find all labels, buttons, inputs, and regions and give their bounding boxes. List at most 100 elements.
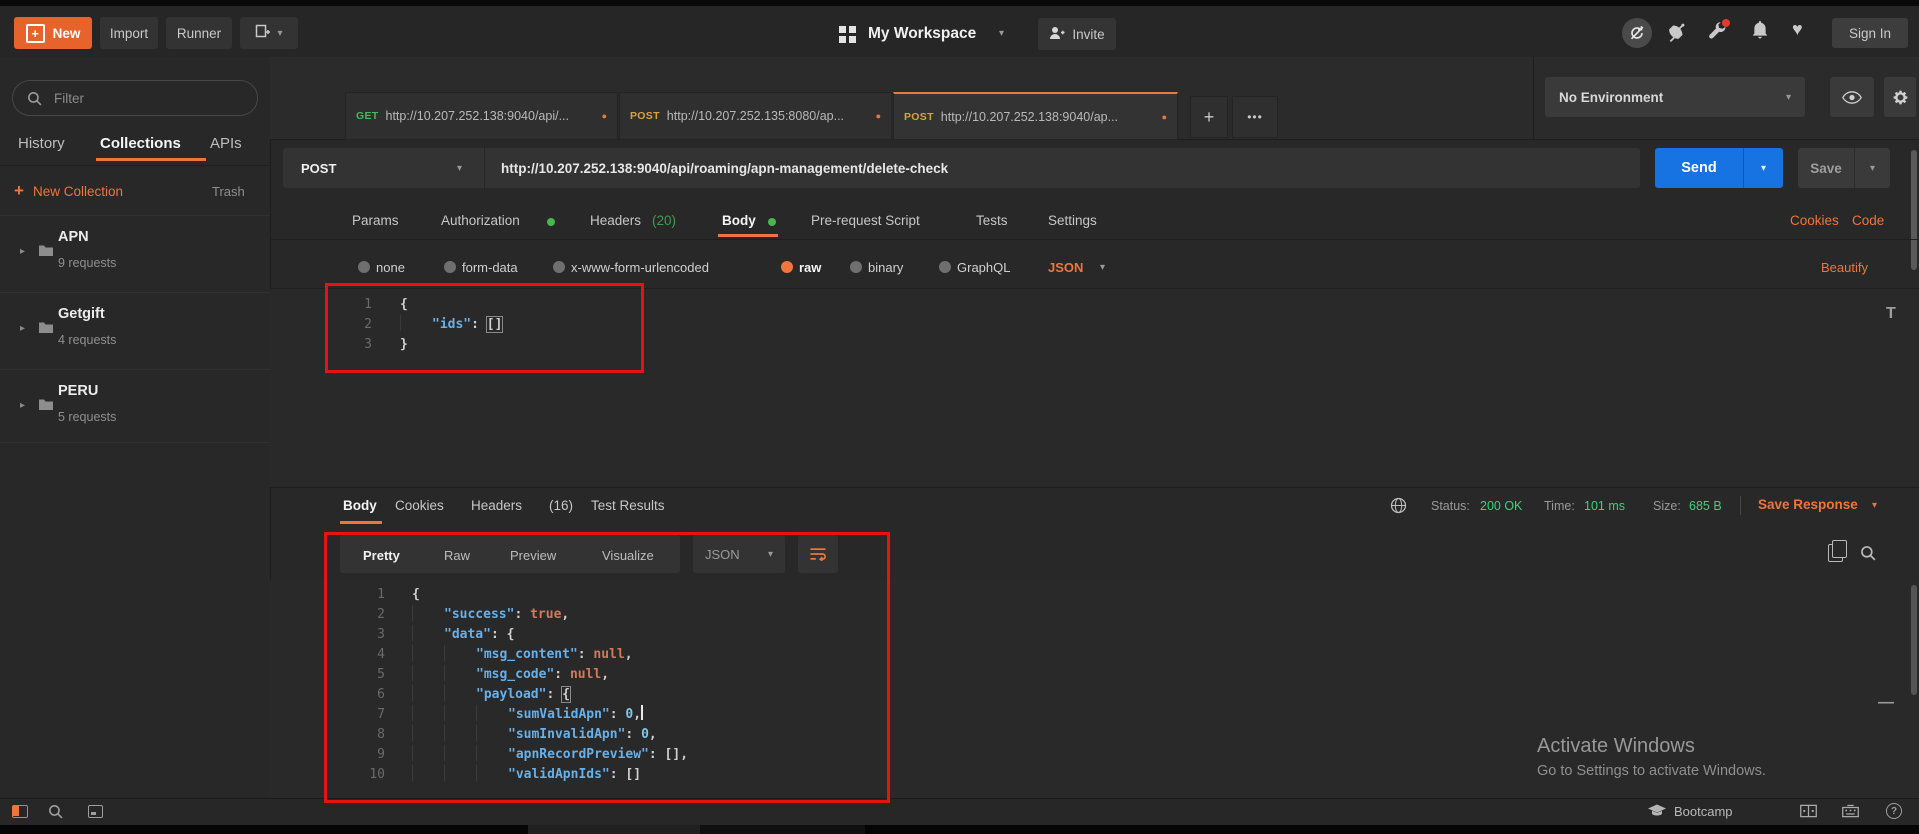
activate-windows-watermark: Activate Windows bbox=[1537, 735, 1695, 758]
caret-down-icon[interactable]: ▾ bbox=[999, 28, 1004, 39]
sidebar-tab-history[interactable]: History bbox=[18, 135, 65, 152]
code-link[interactable]: Code bbox=[1852, 213, 1884, 228]
tab-prerequest-script[interactable]: Pre-request Script bbox=[811, 213, 920, 228]
new-collection-button[interactable]: New Collection bbox=[33, 184, 123, 199]
collection-item[interactable]: ▸ Getgift 4 requests bbox=[0, 292, 270, 370]
response-tab-cookies[interactable]: Cookies bbox=[395, 498, 444, 513]
trash-button[interactable]: Trash bbox=[212, 184, 245, 199]
runner-button[interactable]: Runner bbox=[166, 17, 232, 49]
authorization-status-dot bbox=[547, 218, 555, 226]
new-window-button[interactable]: ▾ bbox=[240, 17, 298, 49]
response-tab-test-results[interactable]: Test Results bbox=[591, 498, 665, 513]
tab-params[interactable]: Params bbox=[352, 213, 399, 228]
vertical-scrollbar[interactable] bbox=[1911, 150, 1917, 270]
tab-options-button[interactable]: ••• bbox=[1232, 96, 1278, 138]
collection-item[interactable]: ▸ APN 9 requests bbox=[0, 215, 270, 293]
find-icon[interactable] bbox=[48, 804, 63, 824]
sidebar-tab-collections[interactable]: Collections bbox=[100, 135, 181, 152]
radio-graphql-label[interactable]: GraphQL bbox=[957, 260, 1010, 275]
environment-settings-gear-icon[interactable] bbox=[1884, 77, 1916, 117]
radio-urlencoded-label[interactable]: x-www-form-urlencoded bbox=[571, 260, 709, 275]
request-tab[interactable]: POST http://10.207.252.135:8080/ap... ● bbox=[619, 92, 892, 140]
view-tab-raw[interactable]: Raw bbox=[444, 548, 470, 563]
expand-caret-icon[interactable]: ▸ bbox=[20, 246, 25, 257]
collection-meta: 9 requests bbox=[58, 256, 116, 270]
save-button[interactable]: Save bbox=[1798, 148, 1854, 188]
plus-icon[interactable]: + bbox=[14, 181, 24, 201]
radio-graphql[interactable] bbox=[939, 261, 951, 273]
filter-input[interactable] bbox=[52, 90, 236, 107]
bootcamp-button[interactable]: Bootcamp bbox=[1674, 804, 1733, 819]
two-pane-view-icon[interactable] bbox=[1800, 804, 1817, 823]
response-scrollbar[interactable] bbox=[1911, 585, 1917, 695]
radio-raw-label[interactable]: raw bbox=[799, 260, 821, 275]
add-tab-button[interactable]: + bbox=[1190, 96, 1228, 138]
line-number: 10 bbox=[283, 765, 385, 785]
radio-binary[interactable] bbox=[850, 261, 862, 273]
radio-form-data[interactable] bbox=[444, 261, 456, 273]
expand-caret-icon[interactable]: ▸ bbox=[20, 400, 25, 411]
view-tab-visualize[interactable]: Visualize bbox=[602, 548, 654, 563]
wrap-text-button[interactable] bbox=[798, 535, 838, 573]
body-language-selector[interactable]: JSON bbox=[1048, 260, 1083, 275]
environment-selector[interactable]: No Environment ▾ bbox=[1545, 77, 1805, 117]
request-tab[interactable]: GET http://10.207.252.138:9040/api/... ● bbox=[345, 92, 618, 140]
copy-response-icon[interactable] bbox=[1828, 544, 1843, 562]
import-button[interactable]: Import bbox=[100, 17, 158, 49]
radio-raw-selected[interactable] bbox=[781, 261, 793, 273]
heart-icon[interactable]: ♥ bbox=[1792, 19, 1803, 40]
interceptor-satellite-icon[interactable] bbox=[1666, 22, 1686, 42]
response-tab-body[interactable]: Body bbox=[343, 498, 377, 513]
new-button[interactable]: + New bbox=[14, 17, 92, 49]
view-tab-pretty[interactable]: Pretty bbox=[363, 548, 400, 563]
request-url-input[interactable]: http://10.207.252.138:9040/api/roaming/a… bbox=[501, 161, 948, 176]
settings-wrench-icon[interactable] bbox=[1708, 22, 1727, 41]
method-badge: POST bbox=[904, 111, 934, 123]
workspace-switcher[interactable]: My Workspace bbox=[868, 25, 976, 43]
sidebar-tab-apis[interactable]: APIs bbox=[210, 135, 242, 152]
caret-down-icon[interactable]: ▾ bbox=[1872, 500, 1877, 511]
save-options-caret[interactable]: ▾ bbox=[1854, 148, 1890, 188]
tab-settings[interactable]: Settings bbox=[1048, 213, 1097, 228]
beautify-link[interactable]: Beautify bbox=[1821, 260, 1868, 275]
sync-disabled-icon[interactable] bbox=[1622, 18, 1652, 48]
save-response-button[interactable]: Save Response bbox=[1758, 497, 1858, 512]
request-tab-active[interactable]: POST http://10.207.252.138:9040/ap... ● bbox=[893, 92, 1178, 140]
tab-body[interactable]: Body bbox=[722, 213, 756, 228]
tab-headers[interactable]: Headers bbox=[590, 213, 641, 228]
response-language-selector[interactable]: JSON ▾ bbox=[693, 535, 785, 573]
environment-quicklook-button[interactable] bbox=[1830, 77, 1874, 117]
filter-searchbox[interactable] bbox=[12, 80, 258, 116]
caret-down-icon[interactable]: ▾ bbox=[1100, 262, 1105, 273]
radio-none-label[interactable]: none bbox=[376, 260, 405, 275]
expand-caret-icon[interactable]: ▸ bbox=[20, 323, 25, 334]
caret-down-icon: ▾ bbox=[1786, 92, 1791, 103]
sign-in-button[interactable]: Sign In bbox=[1832, 18, 1908, 48]
toggle-sidebar-icon[interactable] bbox=[12, 805, 28, 818]
bootcamp-cap-icon[interactable] bbox=[1648, 804, 1666, 822]
collection-item[interactable]: ▸ PERU 5 requests bbox=[0, 369, 270, 447]
radio-form-data-label[interactable]: form-data bbox=[462, 260, 518, 275]
cookies-link[interactable]: Cookies bbox=[1790, 213, 1839, 228]
text-size-icon[interactable]: T bbox=[1886, 305, 1896, 323]
console-icon[interactable] bbox=[88, 805, 103, 818]
request-body-editor[interactable]: 1{2"ids": []3} bbox=[270, 289, 1919, 487]
tab-tests[interactable]: Tests bbox=[976, 213, 1008, 228]
help-icon[interactable]: ? bbox=[1886, 803, 1902, 819]
method-selector[interactable]: POST ▾ bbox=[283, 148, 485, 188]
send-options-caret[interactable]: ▾ bbox=[1743, 148, 1783, 188]
send-button[interactable]: Send bbox=[1655, 148, 1743, 188]
view-tab-preview[interactable]: Preview bbox=[510, 548, 556, 563]
search-response-icon[interactable] bbox=[1860, 545, 1876, 566]
radio-none[interactable] bbox=[358, 261, 370, 273]
invite-button[interactable]: Invite bbox=[1038, 18, 1116, 50]
tab-authorization[interactable]: Authorization bbox=[441, 213, 520, 228]
url-bar: POST ▾ http://10.207.252.138:9040/api/ro… bbox=[283, 148, 1640, 188]
keyboard-shortcuts-icon[interactable] bbox=[1842, 804, 1859, 823]
radio-binary-label[interactable]: binary bbox=[868, 260, 903, 275]
collapse-dash-icon[interactable]: — bbox=[1878, 694, 1894, 712]
radio-urlencoded[interactable] bbox=[553, 261, 565, 273]
response-tab-headers[interactable]: Headers bbox=[471, 498, 522, 513]
line-number: 9 bbox=[283, 745, 385, 765]
notifications-bell-icon[interactable] bbox=[1752, 21, 1768, 39]
